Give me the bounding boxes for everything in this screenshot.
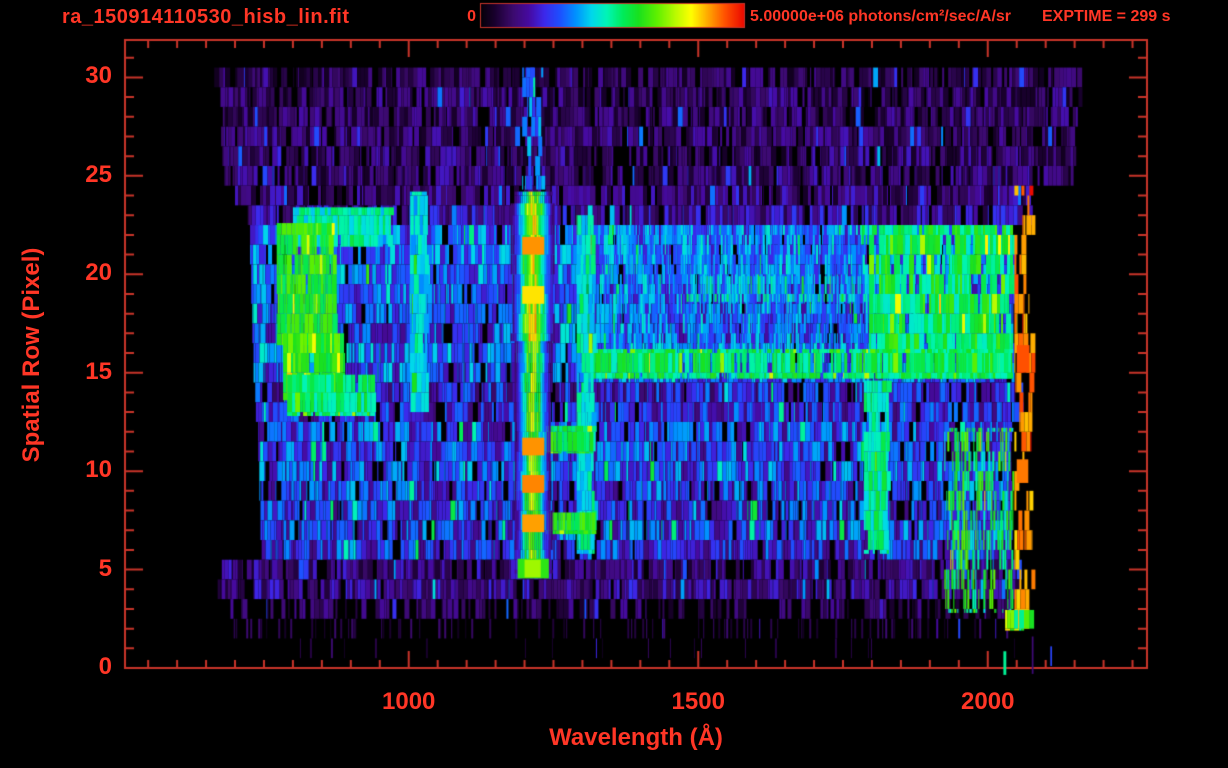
x-axis-title: Wavelength (Å) (549, 724, 723, 751)
x-tick-label: 2000 (961, 688, 1015, 715)
y-tick-label: 5 (98, 554, 112, 582)
y-tick-label: 25 (85, 160, 112, 188)
exptime-label: EXPTIME = 299 s (1042, 8, 1171, 25)
colorbar-max-label: 5.00000e+06 photons/cm²/sec/A/sr (750, 8, 1012, 25)
filename-title: ra_150914110530_hisb_lin.fit (62, 6, 350, 28)
y-tick-label: 0 (98, 653, 112, 680)
y-axis-title: Spatial Row (Pixel) (18, 247, 45, 463)
fits-quicklook-viewer: ra_150914110530_hisb_lin.fit 0 5.00000e+… (0, 0, 1228, 768)
spectrogram-canvas (0, 0, 1228, 768)
y-tick-label: 15 (85, 357, 112, 385)
colorbar-min-label: 0 (467, 8, 476, 25)
y-tick-label: 30 (85, 62, 112, 90)
y-tick-label: 10 (85, 456, 112, 484)
x-tick-label: 1500 (671, 688, 725, 715)
x-tick-label: 1000 (382, 688, 436, 715)
y-tick-label: 20 (85, 259, 112, 287)
